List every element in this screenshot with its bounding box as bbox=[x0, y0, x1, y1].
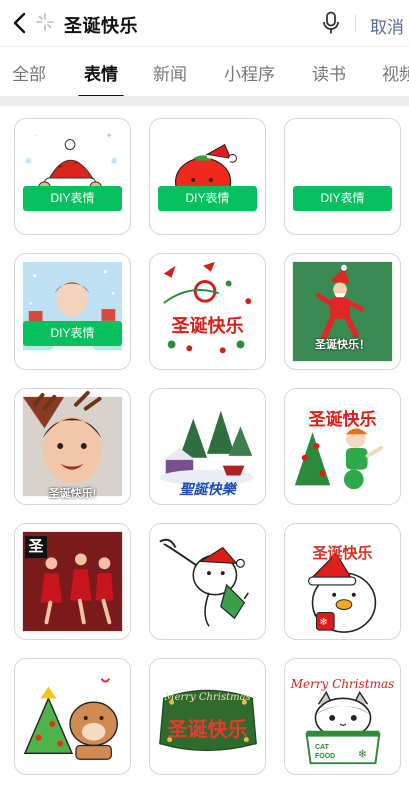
divider bbox=[355, 14, 356, 32]
diy-sticker-button[interactable]: DIY表情 bbox=[293, 186, 392, 211]
tomato-santa-sticker bbox=[174, 143, 237, 208]
search-bar: 圣诞快乐 取消 bbox=[0, 0, 409, 46]
sticker-card[interactable]: ❄ 圣诞快乐 bbox=[284, 523, 401, 640]
santa-hat-bear-sticker: ❄ ❄ ✦ · bbox=[25, 132, 118, 210]
sticker-caption: Merry Christmas bbox=[164, 692, 251, 703]
sparkle-icon bbox=[36, 13, 54, 31]
sticker-caption: 圣诞快乐! bbox=[48, 488, 97, 500]
sticker-card[interactable]: 圣诞快乐！ bbox=[284, 253, 401, 370]
kicking-cartoon-sticker bbox=[159, 538, 249, 627]
sticker-caption: 圣诞快乐 bbox=[312, 545, 373, 562]
svg-text:❄: ❄ bbox=[358, 747, 367, 760]
svg-text:❄: ❄ bbox=[25, 157, 32, 167]
search-input[interactable]: 圣诞快乐 bbox=[64, 12, 138, 38]
boy-photo-sticker bbox=[22, 261, 123, 351]
svg-text:❄: ❄ bbox=[110, 157, 117, 167]
sticker-card[interactable]: 圣诞快乐! bbox=[14, 388, 131, 505]
sticker-card[interactable]: 圣诞快乐 bbox=[284, 388, 401, 505]
sticker-card[interactable]: DIY表情 bbox=[149, 118, 266, 235]
sticker-caption: 圣 bbox=[25, 536, 47, 558]
blank-sticker-art bbox=[331, 195, 353, 203]
sticker-caption: 圣诞快乐 bbox=[171, 316, 244, 336]
sticker-caption: 圣诞快乐 bbox=[167, 719, 248, 741]
tab-books[interactable]: 读书 bbox=[312, 60, 346, 85]
diy-sticker-button[interactable]: DIY表情 bbox=[23, 186, 122, 211]
sticker-card[interactable]: 聖誕快樂 bbox=[149, 388, 266, 505]
sticker-caption: CAT FOOD bbox=[315, 744, 336, 760]
sticker-card[interactable]: ❄ Merry Christmas CAT FOOD bbox=[284, 658, 401, 775]
sticker-card[interactable] bbox=[14, 658, 131, 775]
svg-text:❄: ❄ bbox=[319, 617, 327, 628]
tree-and-otter-sticker bbox=[23, 678, 118, 760]
sticker-card[interactable]: Merry Christmas 圣诞快乐 bbox=[149, 658, 266, 775]
tab-all[interactable]: 全部 bbox=[12, 60, 46, 85]
sticker-caption: 聖誕快樂 bbox=[179, 481, 236, 497]
svg-text:·: · bbox=[35, 132, 38, 142]
back-arrow-icon[interactable] bbox=[8, 10, 30, 36]
microphone-icon[interactable] bbox=[321, 11, 341, 35]
sticker-caption: Merry Christmas bbox=[290, 677, 395, 691]
tab-stickers[interactable]: 表情 bbox=[84, 60, 118, 85]
tab-videos[interactable]: 视频 bbox=[382, 60, 409, 85]
sticker-card[interactable]: DIY表情 bbox=[284, 118, 401, 235]
cancel-button[interactable]: 取消 bbox=[370, 13, 404, 38]
sticker-card[interactable] bbox=[149, 523, 266, 640]
sticker-grid: ❄ ❄ ✦ · DIY表情 DIY表情 DIY表情 DIY表情 圣诞快乐 圣诞快… bbox=[0, 106, 409, 786]
sticker-card[interactable]: ❄ ❄ ✦ · DIY表情 bbox=[14, 118, 131, 235]
sticker-card[interactable]: DIY表情 bbox=[14, 253, 131, 370]
sticker-caption: 圣诞快乐 bbox=[308, 410, 377, 429]
svg-text:✦: ✦ bbox=[105, 132, 113, 142]
tab-mini-programs[interactable]: 小程序 bbox=[224, 60, 275, 85]
sticker-card[interactable]: 圣诞快乐 bbox=[149, 253, 266, 370]
diy-sticker-button[interactable]: DIY表情 bbox=[23, 321, 122, 346]
diy-sticker-button[interactable]: DIY表情 bbox=[158, 186, 257, 211]
section-gap bbox=[0, 96, 409, 106]
sticker-caption: 圣诞快乐！ bbox=[315, 339, 370, 351]
tab-news[interactable]: 新闻 bbox=[153, 60, 187, 85]
sticker-card[interactable]: 圣 bbox=[14, 523, 131, 640]
category-tabs: 全部 表情 新闻 小程序 读书 视频 bbox=[0, 46, 409, 98]
